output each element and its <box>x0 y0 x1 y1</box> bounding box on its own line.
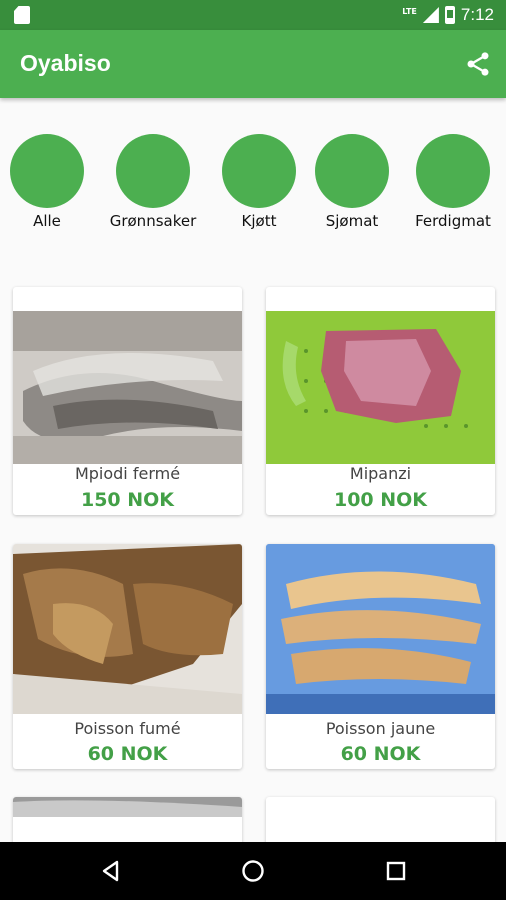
app-title: Oyabiso <box>20 50 111 76</box>
category-image <box>416 134 490 208</box>
category-label: Kjøtt <box>241 212 277 230</box>
category-image <box>222 134 296 208</box>
clock: 7:12 <box>460 5 494 24</box>
sd-card-icon <box>14 6 30 24</box>
network-type: LTE <box>402 6 417 16</box>
recents-square-icon[interactable] <box>384 859 408 883</box>
product-price: 60 NOK <box>340 743 421 765</box>
app-bar: Oyabiso <box>0 30 506 98</box>
category-ferdigmat[interactable]: Ferdigmat <box>403 134 503 230</box>
category-label: Grønnsaker <box>109 212 197 230</box>
battery-icon <box>444 6 455 24</box>
product-name: Poisson jaune <box>325 719 436 738</box>
product-card[interactable]: Poisson fumé 60 NOK <box>13 544 242 769</box>
product-price: 150 NOK <box>80 489 175 511</box>
category-grønnsaker[interactable]: Grønnsaker <box>103 134 203 230</box>
category-sjømat[interactable]: Sjømat <box>302 134 402 230</box>
product-image <box>266 311 495 464</box>
category-list: Alle Grønnsaker Kjøtt Sjømat Ferdigmat <box>0 134 506 234</box>
category-kjøtt[interactable]: Kjøtt <box>209 134 309 230</box>
product-name: Mipanzi <box>349 464 412 483</box>
back-triangle-icon[interactable] <box>99 859 123 883</box>
product-card[interactable]: Poisson jaune 60 NOK <box>266 544 495 769</box>
product-image <box>266 544 495 714</box>
navigation-bar <box>0 842 506 900</box>
category-image <box>116 134 190 208</box>
signal-icon <box>422 7 439 23</box>
product-name: Poisson fumé <box>74 719 181 738</box>
category-alle[interactable]: Alle <box>0 134 97 230</box>
category-label: Ferdigmat <box>415 212 491 230</box>
product-image <box>13 797 242 817</box>
product-price: 60 NOK <box>87 743 168 765</box>
home-circle-icon[interactable] <box>241 859 265 883</box>
product-image <box>13 311 242 464</box>
product-price: 100 NOK <box>333 489 428 511</box>
product-card[interactable]: Mpiodi fermé 150 NOK <box>13 287 242 515</box>
category-label: Sjømat <box>325 212 379 230</box>
category-label: Alle <box>33 212 61 230</box>
share-icon[interactable] <box>464 50 492 78</box>
product-image <box>13 544 242 714</box>
product-card[interactable]: Mipanzi 100 NOK <box>266 287 495 515</box>
product-name: Mpiodi fermé <box>74 464 181 483</box>
status-bar: LTE 7:12 <box>0 0 506 30</box>
category-image <box>10 134 84 208</box>
category-image <box>315 134 389 208</box>
